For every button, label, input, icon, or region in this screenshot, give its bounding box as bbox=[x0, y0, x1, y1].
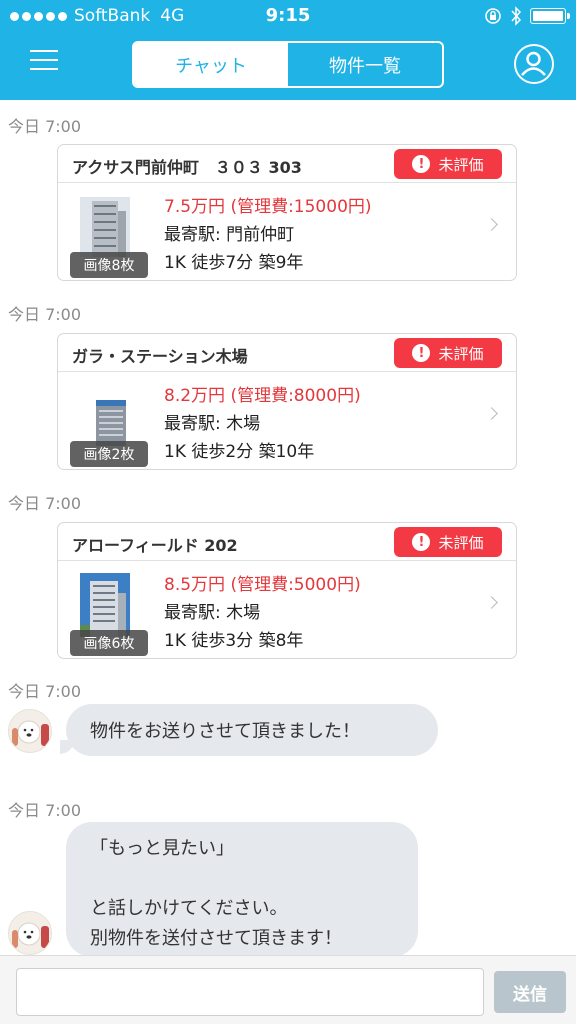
chevron-right-icon bbox=[485, 407, 498, 420]
status-bar: SoftBank 4G 9:15 bbox=[0, 0, 576, 32]
chevron-right-icon bbox=[485, 218, 498, 231]
unrated-badge: ! 未評価 bbox=[394, 338, 502, 368]
message-timestamp: 今日 7:00 bbox=[8, 682, 82, 701]
property-title: アローフィールド 202 bbox=[72, 536, 238, 555]
app-header: SoftBank 4G 9:15 チャット 物件一覧 bbox=[0, 0, 576, 100]
message-timestamp: 今日 7:00 bbox=[8, 801, 82, 820]
unrated-badge: ! 未評価 bbox=[394, 149, 502, 179]
chat-bubble: 物件をお送りさせて頂きました！ bbox=[66, 704, 438, 756]
message-timestamp: 今日 7:00 bbox=[8, 117, 82, 136]
property-photo bbox=[80, 386, 130, 446]
property-info: 8.2万円 (管理費:8000円) 最寄駅: 木場 1K 徒歩2分 築10年 bbox=[164, 382, 361, 466]
battery-icon bbox=[530, 8, 570, 24]
send-button[interactable]: 送信 bbox=[494, 971, 566, 1013]
chat-area[interactable]: 今日 7:00 アクサス門前仲町 ３０３ 303 ! 未評価 画像8枚 7.5万… bbox=[0, 100, 576, 955]
property-photo bbox=[80, 197, 130, 257]
property-price: 8.5万円 (管理費:5000円) bbox=[164, 575, 361, 595]
bubble-line: 物件をお送りさせて頂きました！ bbox=[90, 721, 360, 742]
property-card[interactable]: アローフィールド 202 ! 未評価 画像6枚 8.5万円 (管理費:5000円… bbox=[57, 522, 517, 659]
property-info: 7.5万円 (管理費:15000円) 最寄駅: 門前仲町 1K 徒歩7分 築9年 bbox=[164, 193, 372, 277]
photo-count: 画像8枚 bbox=[70, 252, 148, 278]
agent-avatar bbox=[8, 911, 52, 955]
property-station: 最寄駅: 門前仲町 bbox=[164, 225, 295, 245]
property-card-header: アクサス門前仲町 ３０３ 303 ! 未評価 bbox=[58, 145, 516, 183]
unrated-badge: ! 未評価 bbox=[394, 527, 502, 557]
property-station: 最寄駅: 木場 bbox=[164, 603, 261, 623]
photo-count: 画像6枚 bbox=[70, 630, 148, 656]
property-card[interactable]: ガラ・ステーション木場 ! 未評価 画像2枚 8.2万円 (管理費:8000円)… bbox=[57, 333, 517, 470]
bluetooth-icon bbox=[511, 6, 522, 26]
property-price: 7.5万円 (管理費:15000円) bbox=[164, 197, 372, 217]
photo-count: 画像2枚 bbox=[70, 441, 148, 467]
property-info: 8.5万円 (管理費:5000円) 最寄駅: 木場 1K 徒歩3分 築8年 bbox=[164, 571, 361, 655]
property-details: 1K 徒歩2分 築10年 bbox=[164, 442, 315, 462]
status-right bbox=[484, 6, 570, 26]
exclamation-icon: ! bbox=[412, 344, 431, 362]
property-photo bbox=[80, 573, 130, 637]
property-details: 1K 徒歩7分 築9年 bbox=[164, 253, 304, 273]
property-station: 最寄駅: 木場 bbox=[164, 414, 261, 434]
badge-label: 未評価 bbox=[438, 344, 484, 363]
menu-icon[interactable] bbox=[30, 50, 58, 72]
bubble-line: 別物件を送付させて頂きます！ bbox=[90, 928, 342, 949]
property-title: ガラ・ステーション木場 bbox=[72, 347, 248, 366]
message-input[interactable] bbox=[16, 968, 484, 1016]
chat-bubble: 「もっと見たい」 と話しかけてください。 別物件を送付させて頂きます！ bbox=[66, 822, 418, 955]
bubble-line bbox=[90, 864, 394, 894]
property-card[interactable]: アクサス門前仲町 ３０３ 303 ! 未評価 画像8枚 7.5万円 (管理費:1… bbox=[57, 144, 517, 281]
agent-avatar bbox=[8, 709, 52, 753]
property-price: 8.2万円 (管理費:8000円) bbox=[164, 386, 361, 406]
message-timestamp: 今日 7:00 bbox=[8, 494, 82, 513]
bubble-line: と話しかけてください。 bbox=[90, 898, 288, 919]
property-card-header: ガラ・ステーション木場 ! 未評価 bbox=[58, 334, 516, 372]
tab-property-list[interactable]: 物件一覧 bbox=[288, 43, 442, 86]
rotation-lock-icon bbox=[485, 8, 501, 24]
property-card-header: アローフィールド 202 ! 未評価 bbox=[58, 523, 516, 561]
tab-chat[interactable]: チャット bbox=[134, 43, 288, 86]
message-timestamp: 今日 7:00 bbox=[8, 305, 82, 324]
badge-label: 未評価 bbox=[438, 155, 484, 174]
property-title: アクサス門前仲町 ３０３ 303 bbox=[72, 158, 302, 177]
badge-label: 未評価 bbox=[438, 533, 484, 552]
property-details: 1K 徒歩3分 築8年 bbox=[164, 631, 304, 651]
user-profile-icon[interactable] bbox=[514, 44, 554, 84]
tab-switcher: チャット 物件一覧 bbox=[132, 41, 444, 88]
bubble-line: 「もっと見たい」 bbox=[90, 838, 234, 859]
exclamation-icon: ! bbox=[412, 533, 431, 551]
chevron-right-icon bbox=[485, 596, 498, 609]
exclamation-icon: ! bbox=[412, 155, 431, 173]
message-composer: 送信 bbox=[0, 955, 576, 1024]
